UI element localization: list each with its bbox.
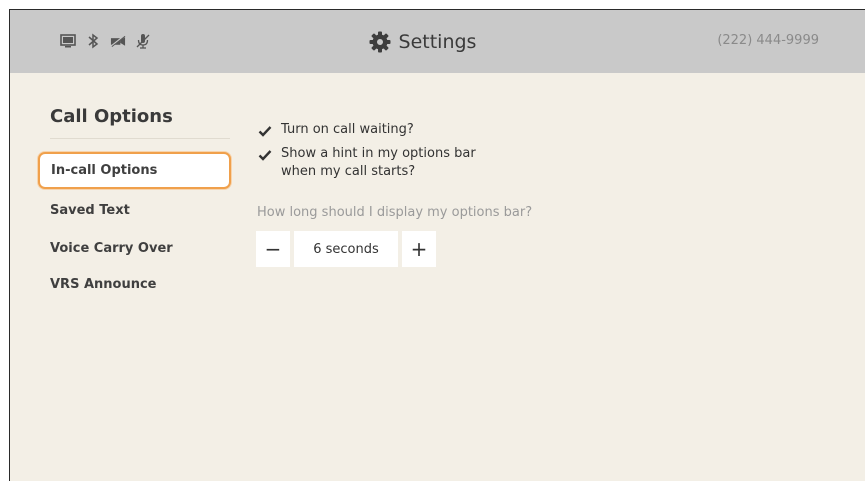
options-hint-label-line2: when my call starts? (281, 164, 416, 179)
duration-question: How long should I display my options bar… (257, 205, 533, 220)
call-waiting-checkbox[interactable]: Turn on call waiting? (258, 121, 414, 139)
settings-screen: Settings (222) 444-9999 Call Options In-… (9, 9, 865, 481)
sidebar-item-in-call-options[interactable]: In-call Options (38, 152, 231, 189)
sidebar-item-label: Saved Text (50, 203, 130, 218)
sidebar-title: Call Options (50, 106, 173, 127)
phone-number: (222) 444-9999 (717, 33, 819, 48)
sidebar-item-label: In-call Options (51, 163, 158, 178)
checkmark-icon (258, 147, 272, 161)
checkmark-icon (258, 123, 272, 137)
call-waiting-label: Turn on call waiting? (281, 122, 414, 137)
top-bar: Settings (222) 444-9999 (10, 10, 865, 73)
sidebar-divider (50, 138, 230, 139)
increment-button[interactable]: + (402, 231, 436, 267)
sidebar-item-label: VRS Announce (50, 277, 157, 292)
sidebar-item-saved-text[interactable]: Saved Text (50, 203, 130, 218)
options-hint-checkbox[interactable]: Show a hint in my options bar when my ca… (258, 145, 476, 181)
sidebar-item-label: Voice Carry Over (50, 241, 173, 256)
gear-icon (369, 31, 391, 53)
duration-stepper: − 6 seconds + (256, 231, 436, 267)
sidebar-item-voice-carry-over[interactable]: Voice Carry Over (50, 241, 173, 256)
sidebar-item-vrs-announce[interactable]: VRS Announce (50, 277, 157, 292)
page-title: Settings (398, 30, 477, 53)
duration-value: 6 seconds (294, 231, 398, 267)
decrement-button[interactable]: − (256, 231, 290, 267)
options-hint-label-line1: Show a hint in my options bar (281, 146, 476, 161)
